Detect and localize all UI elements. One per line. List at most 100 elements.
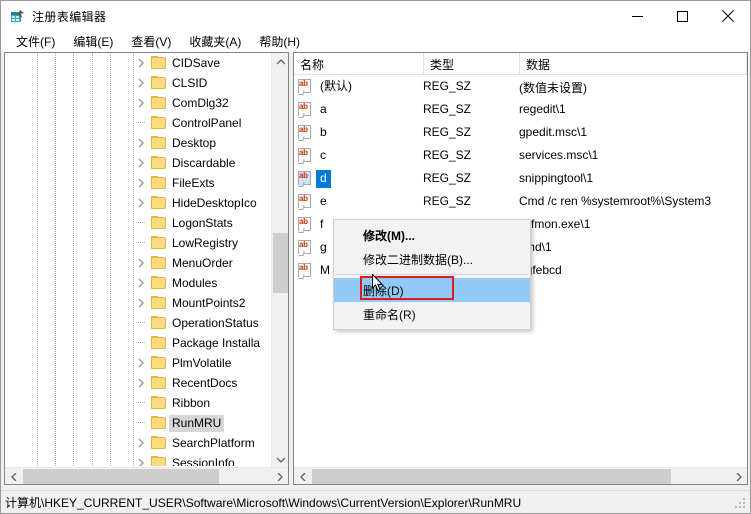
tree-scroll-thumb[interactable] bbox=[273, 233, 288, 293]
tree-item-menuorder[interactable]: MenuOrder bbox=[5, 253, 271, 273]
expand-chevron-icon[interactable] bbox=[133, 433, 149, 453]
tree-item-label: MenuOrder bbox=[172, 256, 233, 270]
expand-chevron-icon[interactable] bbox=[133, 453, 149, 466]
expand-chevron-icon[interactable] bbox=[133, 373, 149, 393]
tree-item-lowregistry[interactable]: LowRegistry bbox=[5, 233, 271, 253]
value-data-cell: gpedit.msc\1 bbox=[519, 125, 588, 139]
registry-value-row[interactable]: ab a REG_SZ regedit\1 bbox=[294, 98, 747, 121]
tree-item-recentdocs[interactable]: RecentDocs bbox=[5, 373, 271, 393]
expand-chevron-icon[interactable] bbox=[133, 353, 149, 373]
tree-horizontal-scrollbar[interactable] bbox=[5, 467, 288, 484]
folder-icon bbox=[151, 296, 167, 310]
status-path: 计算机\HKEY_CURRENT_USER\Software\Microsoft… bbox=[5, 495, 522, 510]
tree-item-label: RecentDocs bbox=[172, 376, 238, 390]
context-menu: 修改(M)... 修改二进制数据(B)... 删除(D) 重命名(R) bbox=[333, 219, 531, 330]
tree-item-operationstatus[interactable]: OperationStatus bbox=[5, 313, 271, 333]
folder-icon bbox=[151, 76, 167, 90]
tree-item-plmvolatile[interactable]: PlmVolatile bbox=[5, 353, 271, 373]
expand-chevron-icon[interactable] bbox=[133, 293, 149, 313]
registry-value-row[interactable]: ab e REG_SZ Cmd /c ren %systemroot%\System3 bbox=[294, 190, 747, 213]
context-modify[interactable]: 修改(M)... bbox=[334, 223, 530, 247]
expand-chevron-icon[interactable] bbox=[133, 133, 149, 153]
tree-item-sessioninfo[interactable]: SessionInfo bbox=[5, 453, 271, 466]
tree-item-mountpoints2[interactable]: MountPoints2 bbox=[5, 293, 271, 313]
string-value-icon: ab bbox=[298, 194, 312, 210]
folder-icon bbox=[151, 156, 167, 170]
list-scroll-left-icon[interactable] bbox=[294, 468, 311, 484]
tree-item-package-installa[interactable]: Package Installa bbox=[5, 333, 271, 353]
context-rename[interactable]: 重命名(R) bbox=[334, 302, 530, 326]
column-data[interactable]: 数据 bbox=[520, 53, 747, 75]
menu-file[interactable]: 文件(F) bbox=[7, 31, 64, 53]
expand-chevron-icon[interactable] bbox=[133, 73, 149, 93]
tree-scroll-down-icon[interactable] bbox=[272, 451, 288, 468]
tree-item-hidedesktopico[interactable]: HideDesktopIco bbox=[5, 193, 271, 213]
expand-chevron-icon[interactable] bbox=[133, 253, 149, 273]
tree-item-label: OperationStatus bbox=[172, 316, 259, 330]
tree-item-label: SearchPlatform bbox=[172, 436, 255, 450]
expand-chevron-icon[interactable] bbox=[133, 193, 149, 213]
expand-chevron-icon[interactable] bbox=[133, 53, 149, 73]
tree-item-clsid[interactable]: CLSID bbox=[5, 73, 271, 93]
tree-leaf-connector bbox=[133, 113, 149, 133]
tree-item-modules[interactable]: Modules bbox=[5, 273, 271, 293]
tree-item-searchplatform[interactable]: SearchPlatform bbox=[5, 433, 271, 453]
tree-scroll-left-icon[interactable] bbox=[5, 468, 22, 484]
tree-item-logonstats[interactable]: LogonStats bbox=[5, 213, 271, 233]
tree-leaf-connector bbox=[133, 213, 149, 233]
list-scroll-right-icon[interactable] bbox=[730, 468, 747, 484]
column-name[interactable]: 名称 bbox=[294, 53, 424, 75]
menu-favorites[interactable]: 收藏夹(A) bbox=[180, 31, 250, 53]
menu-view[interactable]: 查看(V) bbox=[122, 31, 180, 53]
expand-chevron-icon[interactable] bbox=[133, 273, 149, 293]
expand-chevron-icon[interactable] bbox=[133, 93, 149, 113]
close-button[interactable] bbox=[705, 1, 750, 31]
value-name-cell: a bbox=[320, 102, 327, 116]
value-data-cell: services.msc\1 bbox=[519, 148, 599, 162]
list-header: 名称 类型 数据 bbox=[294, 53, 747, 75]
tree-item-label: MountPoints2 bbox=[172, 296, 246, 310]
column-type[interactable]: 类型 bbox=[424, 53, 520, 75]
menu-edit[interactable]: 编辑(E) bbox=[64, 31, 122, 53]
tree-hscroll-thumb[interactable] bbox=[23, 469, 219, 484]
window-controls bbox=[615, 1, 750, 31]
tree-item-label: Desktop bbox=[172, 136, 217, 150]
context-modify-binary[interactable]: 修改二进制数据(B)... bbox=[334, 247, 530, 271]
tree-item-comdlg32[interactable]: ComDlg32 bbox=[5, 93, 271, 113]
tree-item-fileexts[interactable]: FileExts bbox=[5, 173, 271, 193]
tree-item-cidsave[interactable]: CIDSave bbox=[5, 53, 271, 73]
resize-grip-icon[interactable] bbox=[735, 498, 747, 510]
tree-item-desktop[interactable]: Desktop bbox=[5, 133, 271, 153]
tree-item-label: PlmVolatile bbox=[172, 356, 232, 370]
registry-value-row[interactable]: ab (默认) REG_SZ (数值未设置) bbox=[294, 75, 747, 98]
minimize-button[interactable] bbox=[615, 1, 660, 31]
list-hscroll-thumb[interactable] bbox=[312, 469, 671, 484]
expand-chevron-icon[interactable] bbox=[133, 153, 149, 173]
tree-item-discardable[interactable]: Discardable bbox=[5, 153, 271, 173]
string-value-icon: ab bbox=[298, 102, 312, 118]
menu-help[interactable]: 帮助(H) bbox=[250, 31, 309, 53]
tree-item-label: HideDesktopIco bbox=[172, 196, 257, 210]
registry-value-row[interactable]: ab c REG_SZ services.msc\1 bbox=[294, 144, 747, 167]
folder-icon bbox=[151, 316, 167, 330]
value-name-cell: f bbox=[320, 217, 324, 231]
list-horizontal-scrollbar[interactable] bbox=[294, 467, 747, 484]
status-bar: 计算机\HKEY_CURRENT_USER\Software\Microsoft… bbox=[1, 490, 750, 513]
registry-value-row[interactable]: ab d REG_SZ snippingtool\1 bbox=[294, 167, 747, 190]
tree-scroll-right-icon[interactable] bbox=[271, 468, 288, 484]
maximize-button[interactable] bbox=[660, 1, 705, 31]
tree-vertical-scrollbar[interactable] bbox=[271, 53, 288, 468]
tree-item-runmru[interactable]: RunMRU bbox=[5, 413, 271, 433]
value-name-cell: d bbox=[316, 170, 331, 188]
context-delete[interactable]: 删除(D) bbox=[334, 276, 530, 302]
registry-value-row[interactable]: ab b REG_SZ gpedit.msc\1 bbox=[294, 121, 747, 144]
tree-item-label: SessionInfo bbox=[172, 456, 235, 466]
expand-chevron-icon[interactable] bbox=[133, 173, 149, 193]
value-data-cell: snippingtool\1 bbox=[519, 171, 594, 185]
context-menu-separator bbox=[336, 274, 528, 275]
folder-icon bbox=[151, 176, 167, 190]
tree-item-controlpanel[interactable]: ControlPanel bbox=[5, 113, 271, 133]
tree-item-ribbon[interactable]: Ribbon bbox=[5, 393, 271, 413]
tree-scroll-up-icon[interactable] bbox=[272, 53, 288, 70]
value-data-cell: regedit\1 bbox=[519, 102, 566, 116]
